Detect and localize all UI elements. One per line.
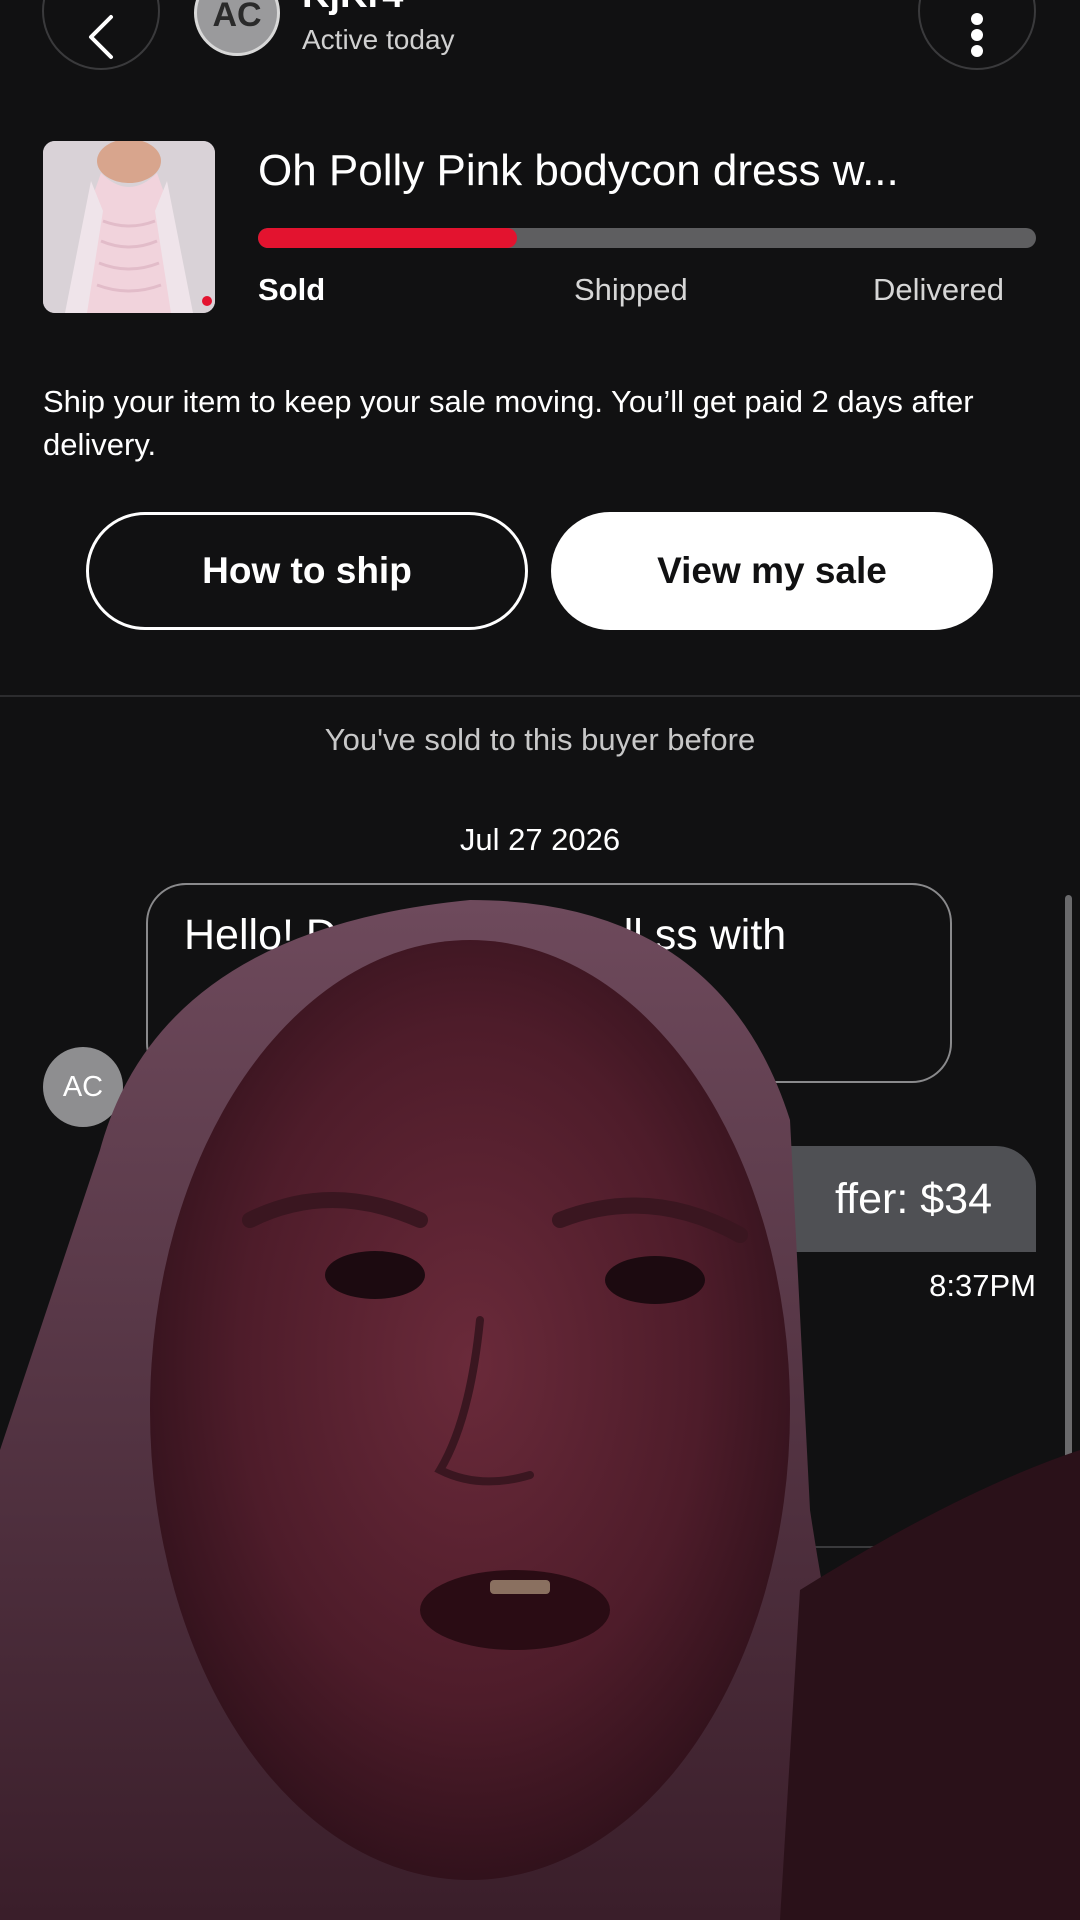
step-delivered: Delivered — [873, 272, 1004, 307]
chevron-left-icon — [89, 15, 113, 59]
obscured-message-card — [600, 1330, 1070, 1548]
repeat-buyer-notice: You've sold to this buyer before — [324, 722, 756, 757]
chat-date-separator: Jul 27 2026 — [459, 822, 621, 857]
step-shipped: Shipped — [574, 272, 688, 307]
item-title[interactable]: Oh Polly Pink bodycon dress w... — [258, 146, 1038, 196]
buyer-username[interactable]: KjKr4 — [302, 0, 403, 17]
order-progress-bar — [258, 228, 1036, 248]
more-vertical-icon — [971, 13, 983, 57]
back-button[interactable] — [42, 0, 160, 70]
more-options-button[interactable] — [918, 0, 1036, 70]
section-divider — [0, 695, 1080, 697]
order-progress-fill — [258, 228, 518, 248]
step-sold: Sold — [258, 272, 326, 307]
buyer-avatar-initials: AC — [212, 0, 262, 34]
buyer-activity-status: Active today — [302, 24, 455, 55]
outgoing-message-text: ffer: $34 — [835, 1174, 992, 1223]
obscured-divider — [790, 1711, 910, 1713]
chat-scrollbar[interactable] — [1065, 895, 1072, 1560]
item-thumbnail[interactable] — [43, 141, 215, 313]
incoming-message-bubble: Hello! D ve your Oh Poll ss with — [146, 883, 952, 1083]
dress-product-image — [43, 141, 215, 313]
how-to-ship-button[interactable]: How to ship — [86, 512, 528, 630]
buyer-avatar[interactable]: AC — [194, 0, 280, 56]
message-sender-initials: AC — [62, 1070, 104, 1103]
view-my-sale-button[interactable]: View my sale — [551, 512, 993, 630]
incoming-message-text: Hello! D ve your Oh Poll ss with — [184, 911, 787, 959]
message-timestamp: 8:37PM — [929, 1268, 1036, 1303]
outgoing-message-bubble: ffer: $34 — [640, 1146, 1036, 1252]
shipping-notice: Ship your item to keep your sale moving.… — [43, 384, 974, 462]
message-sender-avatar[interactable]: AC — [43, 1047, 123, 1127]
